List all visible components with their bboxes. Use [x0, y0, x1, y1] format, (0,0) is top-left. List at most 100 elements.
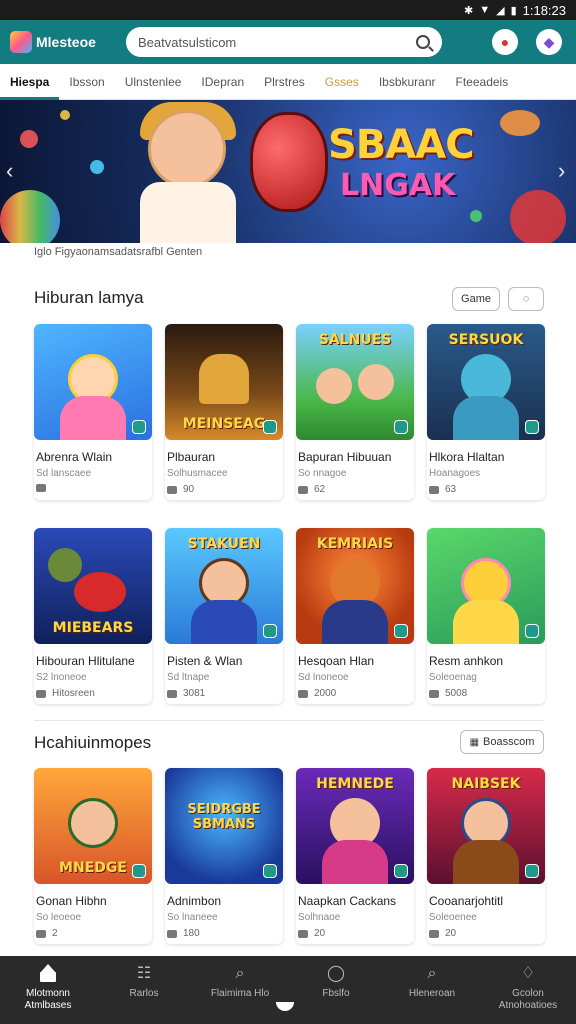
- hero-banner[interactable]: SBAAC LNGAK: [0, 100, 576, 243]
- controller-icon: [298, 929, 308, 938]
- game-art-title: SERSUOK: [448, 332, 524, 348]
- game-art-title: HEMNEDE: [316, 776, 394, 792]
- controller-icon: [298, 689, 308, 698]
- game-subtitle: Soleoenag: [429, 672, 477, 683]
- game-name: Cooanarjohtitl: [429, 894, 504, 908]
- signal-icon: ◢: [496, 4, 505, 17]
- game-card[interactable]: HEMNEDE Naapkan Cackans Solhnaoe 20: [296, 768, 414, 944]
- controller-icon: [429, 689, 439, 698]
- game-subtitle: So nnagoe: [298, 468, 347, 479]
- game-subtitle: Solhusmacee: [167, 468, 228, 479]
- tab-home[interactable]: Hiespa: [0, 64, 60, 100]
- tab-2[interactable]: Ibsson: [59, 64, 114, 100]
- game-thumbnail: STAKUEN: [165, 528, 283, 644]
- game-card[interactable]: NAIBSEK Cooanarjohtitl Soleoenee 20: [427, 768, 545, 944]
- nav-home[interactable]: Mlotmonn Atmlbases: [7, 964, 89, 1012]
- game-card[interactable]: KEMRIAIS Hesqoan Hlan Sd lnoneoe 2000: [296, 528, 414, 704]
- game-name: Hesqoan Hlan: [298, 654, 375, 668]
- status-bar: ✱ ▼ ◢ ▮ 1:18:23: [0, 0, 576, 20]
- game-thumbnail: MEINSEAG: [165, 324, 283, 440]
- game-art-title: SALNUES: [318, 332, 392, 348]
- game-card[interactable]: SERSUOK Hlkora Hlaltan Hoanagoes 63: [427, 324, 545, 500]
- notification-icon[interactable]: ●: [492, 29, 518, 55]
- tab-4[interactable]: IDepran: [191, 64, 254, 100]
- badge-icon: [132, 864, 146, 878]
- gift-icon[interactable]: ◆: [536, 29, 562, 55]
- bluetooth-icon: ✱: [463, 4, 474, 17]
- search-icon[interactable]: [416, 35, 430, 49]
- game-name: Resm anhkon: [429, 654, 504, 668]
- controller-icon: [429, 485, 439, 494]
- game-art-title: MIEBEARS: [52, 620, 134, 636]
- section-title: Hiburan lamya: [34, 288, 144, 307]
- game-card[interactable]: MEINSEAG Plbauran Solhusmacee 90: [165, 324, 283, 500]
- controller-icon: [429, 929, 439, 938]
- nav-explore[interactable]: ⌕ Hleneroan: [391, 964, 473, 1000]
- divider: [34, 720, 544, 721]
- search-icon: ⌕: [427, 965, 437, 982]
- game-thumbnail: KEMRIAIS: [296, 528, 414, 644]
- badge-icon: [132, 420, 146, 434]
- game-card[interactable]: MNEDGE Gonan Hibhn So leoeoe 2: [34, 768, 152, 944]
- tab-5[interactable]: Plrstres: [254, 64, 315, 100]
- game-card[interactable]: Resm anhkon Soleoenag 5008: [427, 528, 545, 704]
- game-card[interactable]: SEIDRGBE SBMANS Adnimbon So lnaneee 180: [165, 768, 283, 944]
- game-meta: 2000: [298, 688, 336, 699]
- search-bar[interactable]: [126, 27, 442, 57]
- game-art-title: NAIBSEK: [451, 776, 521, 792]
- game-thumbnail: HEMNEDE: [296, 768, 414, 884]
- badge-icon: [263, 624, 277, 638]
- game-art-title: SEIDRGBE SBMANS: [187, 802, 261, 832]
- game-meta: 5008: [429, 688, 467, 699]
- nav-chat[interactable]: ◯ Fbslfo: [295, 964, 377, 1000]
- badge-icon: [394, 864, 408, 878]
- chevron-left-icon[interactable]: ‹: [6, 158, 13, 184]
- tab-games[interactable]: Gsses: [315, 64, 369, 100]
- game-subtitle: Soleoenee: [429, 912, 477, 923]
- game-meta: 90: [167, 484, 194, 495]
- nav-categories[interactable]: ☷ Rarlos: [103, 964, 185, 1000]
- hero-ball-image: [250, 112, 328, 212]
- game-meta: Hitosreen: [36, 688, 95, 699]
- game-thumbnail: [427, 528, 545, 644]
- app-logo[interactable]: Mlesteoe: [10, 31, 122, 53]
- game-name: Plbauran: [167, 450, 216, 464]
- badge-icon: [525, 420, 539, 434]
- game-subtitle: Sd lnoneoe: [298, 672, 349, 683]
- game-name: Hibouran Hlitulane: [36, 654, 135, 668]
- game-meta: 2: [36, 928, 58, 939]
- game-thumbnail: SEIDRGBE SBMANS: [165, 768, 283, 884]
- category-tabs: Hiespa Ibsson Ulnstenlee IDepran Plrstre…: [0, 64, 576, 100]
- game-art-title: KEMRIAIS: [316, 536, 394, 552]
- game-name: Naapkan Cackans: [298, 894, 397, 908]
- chevron-right-icon[interactable]: ›: [558, 158, 565, 184]
- game-subtitle: So leoeoe: [36, 912, 82, 923]
- tab-3[interactable]: Ulnstenlee: [115, 64, 192, 100]
- badge-icon: [394, 624, 408, 638]
- chat-icon[interactable]: ◌: [508, 287, 544, 311]
- badge-icon: [525, 864, 539, 878]
- game-art-title: MEINSEAG: [182, 416, 266, 432]
- home-icon: [40, 964, 56, 982]
- game-thumbnail: SALNUES: [296, 324, 414, 440]
- game-art-title: MNEDGE: [59, 860, 127, 876]
- game-card[interactable]: Abrenra Wlain Sd lanscaee: [34, 324, 152, 500]
- game-card[interactable]: SALNUES Bapuran Hibuuan So nnagoe 62: [296, 324, 414, 500]
- controller-icon: [36, 484, 46, 492]
- bell-icon: ♢: [520, 965, 536, 982]
- game-card[interactable]: STAKUEN Pisten & Wlan Sd ltnape 3081: [165, 528, 283, 704]
- game-card[interactable]: MIEBEARS Hibouran Hlitulane S2 lnoneoe H…: [34, 528, 152, 704]
- grid-icon: ▦: [469, 736, 480, 748]
- game-meta: 180: [167, 928, 200, 939]
- game-meta: 20: [298, 928, 325, 939]
- game-thumbnail: SERSUOK: [427, 324, 545, 440]
- more-button[interactable]: ▦ Boasscom: [460, 730, 544, 754]
- badge-icon: [525, 624, 539, 638]
- game-filter-button[interactable]: Game: [452, 287, 500, 311]
- tab-8[interactable]: Fteeadeis: [446, 64, 519, 100]
- nav-notifications[interactable]: ♢ Gcolon Atnohoatioes: [487, 964, 569, 1012]
- tab-7[interactable]: Ibsbkuranr: [369, 64, 446, 100]
- game-subtitle: S2 lnoneoe: [36, 672, 87, 683]
- nav-search[interactable]: ⌕ Flaimima Hlo: [199, 964, 281, 1000]
- search-input[interactable]: [138, 34, 398, 50]
